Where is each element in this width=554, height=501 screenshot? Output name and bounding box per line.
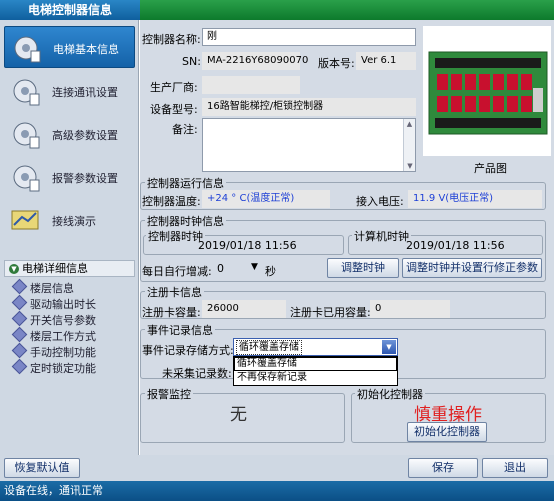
remark-label: 备注: [172, 123, 198, 136]
sidebar-item-basic-info[interactable]: 电梯基本信息 [4, 26, 135, 68]
restore-defaults-button[interactable]: 恢复默认值 [4, 458, 80, 478]
controller-clock-title: 控制器时钟 [146, 228, 205, 244]
window-title: 电梯控制器信息 [0, 0, 140, 20]
sub-item-manual-control[interactable]: 手动控制功能 [11, 342, 96, 360]
gear-icon [14, 36, 41, 63]
drift-select[interactable]: 0 ▼ [213, 260, 261, 278]
model-label: 设备型号: [150, 103, 198, 116]
remark-textarea[interactable]: ▲ ▼ [202, 118, 416, 172]
event-mode-label: 事件记录存储方式: [142, 344, 234, 357]
alarm-group-title: 报警监控 [145, 386, 193, 402]
sidebar-item-label: 报警参数设置 [52, 172, 118, 185]
circuit-board-image [428, 51, 548, 135]
name-label: 控制器名称: [142, 33, 201, 46]
adjust-clock-button[interactable]: 调整时钟 [327, 258, 399, 278]
product-caption: 产品图 [474, 162, 507, 175]
gear-icon [13, 165, 40, 192]
exit-button[interactable]: 退出 [482, 458, 548, 478]
sidebar-item-alarm[interactable]: 报警参数设置 [4, 156, 135, 198]
card-used-value: 0 [370, 300, 450, 318]
sub-item-label: 定时锁定功能 [30, 362, 96, 375]
computer-clock-value: 2019/01/18 11:56 [406, 239, 505, 252]
scroll-down-icon[interactable]: ▼ [404, 161, 416, 171]
diamond-icon [11, 342, 28, 359]
version-label: 版本号: [318, 57, 355, 70]
detail-header-label: 电梯详细信息 [22, 262, 88, 275]
diamond-icon [11, 310, 28, 327]
scroll-up-icon[interactable]: ▲ [404, 119, 415, 129]
sub-item-label: 手动控制功能 [30, 346, 96, 359]
alarm-value: 无 [230, 405, 247, 425]
sub-item-floor-mode[interactable]: 楼层工作方式 [11, 326, 96, 344]
card-capacity-label: 注册卡容量: [142, 306, 201, 319]
gear-icon [13, 79, 40, 106]
sidebar-item-advanced[interactable]: 高级参数设置 [4, 113, 135, 155]
sub-item-label: 楼层工作方式 [30, 330, 96, 343]
gear-icon [13, 122, 40, 149]
event-mode-select[interactable]: 循环覆盖存储 ▼ [233, 338, 398, 356]
chevron-down-icon[interactable]: ▼ [382, 340, 396, 354]
sub-item-label: 楼层信息 [30, 282, 74, 295]
vendor-value [202, 76, 300, 94]
initialize-controller-button[interactable]: 初始化控制器 [407, 422, 487, 442]
diamond-icon [11, 326, 28, 343]
card-group-title: 注册卡信息 [145, 284, 204, 300]
sub-item-label: 开关信号参数 [30, 314, 96, 327]
diamond-icon [11, 278, 28, 295]
computer-clock-title: 计算机时钟 [352, 228, 411, 244]
sidebar-item-label: 连接通讯设置 [52, 86, 118, 99]
adjust-clock-param-button[interactable]: 调整时钟并设置行修正参数 [402, 258, 542, 278]
card-used-label: 注册卡已用容量: [290, 306, 371, 319]
sidebar-item-connection[interactable]: 连接通讯设置 [4, 70, 135, 112]
status-bar: 设备在线，通讯正常 [0, 481, 554, 501]
runtime-group-title: 控制器运行信息 [145, 175, 226, 191]
controller-clock-value: 2019/01/18 11:56 [198, 239, 297, 252]
drift-value: 0 [217, 262, 224, 275]
diamond-icon [11, 294, 28, 311]
sub-item-drive-duration[interactable]: 驱动输出时长 [11, 294, 96, 312]
diamond-icon [11, 358, 28, 375]
temperature-value: +24 ° C(温度正常) [202, 190, 330, 208]
sub-item-floor-info[interactable]: 楼层信息 [11, 278, 74, 296]
event-mode-dropdown: 循环覆盖存储 不再保存新记录 [233, 356, 398, 386]
header-accent-bar [140, 0, 554, 20]
wiring-icon [11, 210, 39, 230]
controller-name-input[interactable]: 刚 [202, 28, 416, 46]
drift-label: 每日自行增减: [142, 265, 212, 278]
temperature-label: 控制器温度: [142, 195, 201, 208]
remark-scrollbar[interactable]: ▲ ▼ [403, 119, 415, 171]
version-value: Ver 6.1 [356, 52, 416, 70]
product-image-frame [423, 26, 551, 156]
sub-item-label: 驱动输出时长 [30, 298, 96, 311]
save-button[interactable]: 保存 [408, 458, 478, 478]
sn-value: MA-2216Y68090070 [202, 52, 308, 70]
detail-section-header[interactable]: ▼ 电梯详细信息 [4, 260, 135, 277]
vendor-label: 生产厂商: [150, 81, 198, 94]
clock-group-title: 控制器时钟信息 [145, 213, 226, 229]
uncollected-label: 未采集记录数: [162, 367, 232, 380]
sidebar-item-label: 高级参数设置 [52, 129, 118, 142]
chevron-down-icon: ▼ [9, 264, 19, 274]
voltage-label: 接入电压: [356, 195, 404, 208]
dropdown-option[interactable]: 循环覆盖存储 [234, 357, 397, 371]
event-group-title: 事件记录信息 [145, 322, 215, 338]
sub-item-timed-lock[interactable]: 定时锁定功能 [11, 358, 96, 376]
sidebar-item-label: 接线演示 [52, 215, 96, 228]
card-capacity-value: 26000 [202, 300, 286, 318]
chevron-down-icon: ▼ [251, 262, 258, 272]
sidebar-item-label: 电梯基本信息 [53, 43, 119, 56]
sidebar: 电梯基本信息 连接通讯设置 高级参数设置 报警参数设置 接线演示 ▼ 电梯详细信息… [0, 20, 139, 455]
voltage-value: 11.9 V(电压正常) [408, 190, 542, 208]
drift-unit: 秒 [265, 265, 276, 278]
sn-label: SN: [182, 55, 201, 68]
sidebar-item-wiring[interactable]: 接线演示 [4, 199, 135, 241]
dropdown-option[interactable]: 不再保存新记录 [234, 371, 397, 385]
model-value: 16路智能梯控/柜锁控制器 [202, 98, 416, 116]
event-mode-value: 循环覆盖存储 [236, 340, 302, 355]
sub-item-switch-signal[interactable]: 开关信号参数 [11, 310, 96, 328]
